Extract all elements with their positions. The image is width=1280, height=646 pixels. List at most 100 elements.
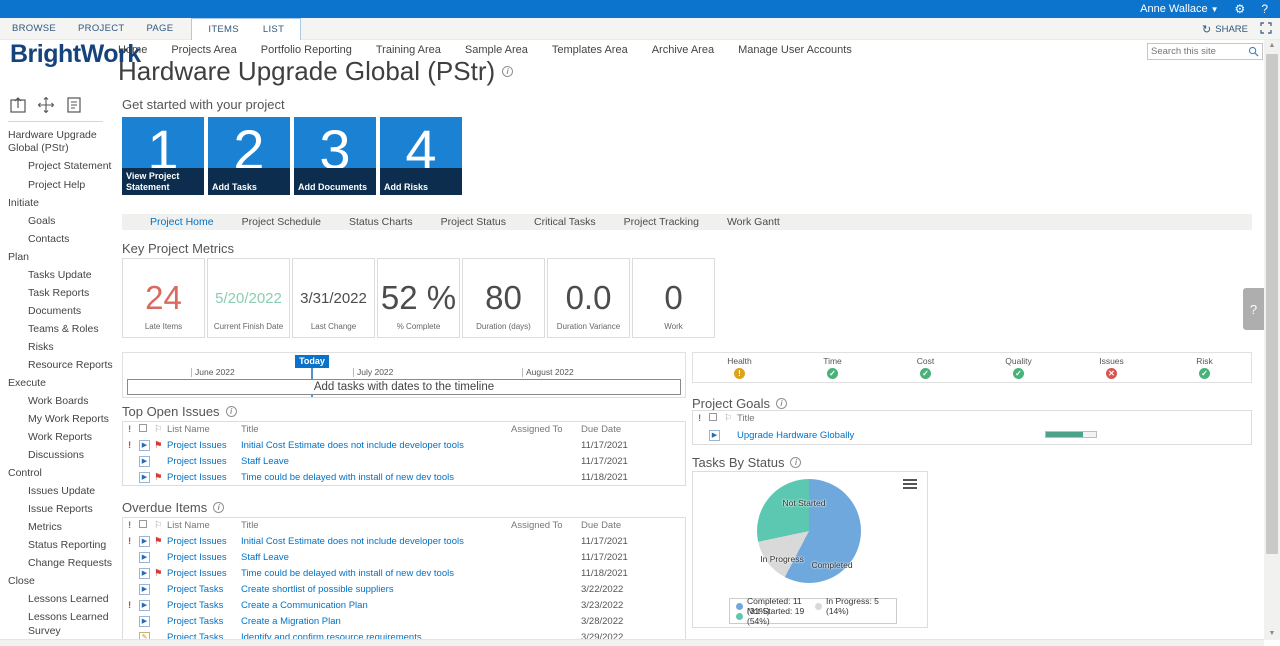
expand-item-icon[interactable]: ▶ xyxy=(709,430,720,441)
legend-item[interactable]: Not Started: 19 (54%) xyxy=(736,611,811,621)
col-assigned-to[interactable]: Assigned To xyxy=(511,520,581,531)
get-started-tile[interactable]: 1View Project Statement xyxy=(122,117,204,195)
col-title[interactable]: Title xyxy=(737,413,1251,424)
metric-card[interactable]: 5/20/2022Current Finish Date xyxy=(207,258,290,338)
topnav-link[interactable]: Projects Area xyxy=(171,44,236,56)
sidebar-item[interactable]: Hardware Upgrade Global (PStr) xyxy=(8,129,118,156)
select-all-checkbox[interactable] xyxy=(139,424,154,435)
tab-project-status[interactable]: Project Status xyxy=(441,216,506,228)
get-started-tile[interactable]: 2Add Tasks xyxy=(208,117,290,195)
list-name-link[interactable]: Project Issues xyxy=(167,536,241,547)
expand-item-icon[interactable]: ▶ xyxy=(139,472,150,483)
sidebar-item[interactable]: Change Requests xyxy=(8,557,118,570)
sidebar-item[interactable]: Issue Reports xyxy=(8,503,118,516)
metric-card[interactable]: 0Work xyxy=(632,258,715,338)
sidebar-item[interactable]: My Work Reports xyxy=(8,413,118,426)
sidebar-item[interactable]: Metrics xyxy=(8,521,118,534)
item-title-link[interactable]: Create shortlist of possible suppliers xyxy=(241,584,511,595)
legend-item[interactable]: In Progress: 5 (14%) xyxy=(815,601,890,611)
today-badge[interactable]: Today xyxy=(295,355,329,368)
sidebar-item[interactable]: Tasks Update xyxy=(8,269,118,282)
topnav-link[interactable]: Sample Area xyxy=(465,44,528,56)
item-title-link[interactable]: Staff Leave xyxy=(241,456,511,467)
sidebar-item[interactable]: Control xyxy=(8,467,118,480)
info-icon[interactable] xyxy=(226,406,237,417)
sidebar-item[interactable]: Task Reports xyxy=(8,287,118,300)
item-title-link[interactable]: Initial Cost Estimate does not include d… xyxy=(241,440,511,451)
sidebar-item[interactable]: Plan xyxy=(8,251,118,264)
tab-project-tracking[interactable]: Project Tracking xyxy=(624,216,699,228)
tab-project-schedule[interactable]: Project Schedule xyxy=(242,216,321,228)
col-list-name[interactable]: List Name xyxy=(167,424,241,435)
sidebar-item[interactable]: Contacts xyxy=(8,233,118,246)
sidebar-item[interactable]: Work Boards xyxy=(8,395,118,408)
metric-card[interactable]: 0.0Duration Variance xyxy=(547,258,630,338)
list-icon[interactable] xyxy=(64,95,84,115)
select-all-checkbox[interactable] xyxy=(709,413,724,424)
item-title-link[interactable]: Staff Leave xyxy=(241,552,511,563)
ribbon-tab-project[interactable]: PROJECT xyxy=(78,23,124,34)
expand-item-icon[interactable]: ▶ xyxy=(139,616,150,627)
metric-card[interactable]: 24Late Items xyxy=(122,258,205,338)
list-name-link[interactable]: Project Tasks xyxy=(167,584,241,595)
ribbon-tab-page[interactable]: PAGE xyxy=(146,23,173,34)
topnav-link[interactable]: Training Area xyxy=(376,44,441,56)
list-name-link[interactable]: Project Issues xyxy=(167,440,241,451)
topnav-link[interactable]: Portfolio Reporting xyxy=(261,44,352,56)
list-name-link[interactable]: Project Issues xyxy=(167,456,241,467)
col-due-date[interactable]: Due Date xyxy=(581,520,685,531)
sidebar-item[interactable]: Close xyxy=(8,575,118,588)
tab-work-gantt[interactable]: Work Gantt xyxy=(727,216,780,228)
get-started-tile[interactable]: 4Add Risks xyxy=(380,117,462,195)
item-title-link[interactable]: Time could be delayed with install of ne… xyxy=(241,472,511,483)
user-menu[interactable]: Anne Wallace▼ xyxy=(1140,3,1218,15)
help-icon[interactable]: ? xyxy=(1261,2,1268,16)
item-title-link[interactable]: Initial Cost Estimate does not include d… xyxy=(241,536,511,547)
list-name-link[interactable]: Project Tasks xyxy=(167,616,241,627)
goal-title-link[interactable]: Upgrade Hardware Globally xyxy=(737,430,1251,441)
tab-critical-tasks[interactable]: Critical Tasks xyxy=(534,216,596,228)
list-name-link[interactable]: Project Issues xyxy=(167,568,241,579)
share-button[interactable]: ↻ SHARE xyxy=(1202,23,1248,36)
sidebar-item[interactable]: Teams & Roles xyxy=(8,323,118,336)
search-input[interactable] xyxy=(1151,46,1248,57)
topnav-link[interactable]: Manage User Accounts xyxy=(738,44,852,56)
expand-item-icon[interactable]: ▶ xyxy=(139,584,150,595)
col-title[interactable]: Title xyxy=(241,520,511,531)
expand-item-icon[interactable]: ▶ xyxy=(139,552,150,563)
gear-icon[interactable]: ⚙ xyxy=(1235,2,1246,16)
expand-item-icon[interactable]: ▶ xyxy=(139,456,150,467)
topnav-link[interactable]: Templates Area xyxy=(552,44,628,56)
ribbon-tab-items[interactable]: ITEMS xyxy=(208,24,239,35)
sidebar-item[interactable]: Project Help xyxy=(8,179,118,192)
info-icon[interactable] xyxy=(790,457,801,468)
info-icon[interactable] xyxy=(502,66,513,77)
chart-menu-icon[interactable] xyxy=(903,479,917,491)
list-name-link[interactable]: Project Issues xyxy=(167,552,241,563)
sidebar-item[interactable]: Lessons Learned xyxy=(8,593,118,606)
item-title-link[interactable]: Create a Migration Plan xyxy=(241,616,511,627)
ribbon-tab-browse[interactable]: BROWSE xyxy=(12,23,56,34)
sidebar-item[interactable]: Lessons Learned Survey xyxy=(8,611,118,638)
move-icon[interactable] xyxy=(36,95,56,115)
scrollbar-thumb[interactable] xyxy=(1266,54,1278,554)
col-due-date[interactable]: Due Date xyxy=(581,424,685,435)
sidebar-item[interactable]: Status Reporting xyxy=(8,539,118,552)
sidebar-item[interactable]: Resource Reports xyxy=(8,359,118,372)
get-started-tile[interactable]: 3Add Documents xyxy=(294,117,376,195)
metric-card[interactable]: 80Duration (days) xyxy=(462,258,545,338)
col-list-name[interactable]: List Name xyxy=(167,520,241,531)
status-ok-icon[interactable]: ✓ xyxy=(920,368,931,379)
info-icon[interactable] xyxy=(776,398,787,409)
topnav-link[interactable]: Archive Area xyxy=(652,44,714,56)
info-icon[interactable] xyxy=(213,502,224,513)
status-ok-icon[interactable]: ✓ xyxy=(1013,368,1024,379)
help-flyout-tab[interactable]: ? xyxy=(1243,288,1264,330)
status-warning-icon[interactable]: ! xyxy=(734,368,745,379)
expand-item-icon[interactable]: ▶ xyxy=(139,536,150,547)
status-ok-icon[interactable]: ✓ xyxy=(827,368,838,379)
timeline-empty-bar[interactable]: Add tasks with dates to the timeline xyxy=(127,379,681,395)
scroll-up-icon[interactable]: ▲ xyxy=(1264,42,1280,49)
ribbon-tab-list[interactable]: LIST xyxy=(263,24,284,35)
item-title-link[interactable]: Time could be delayed with install of ne… xyxy=(241,568,511,579)
